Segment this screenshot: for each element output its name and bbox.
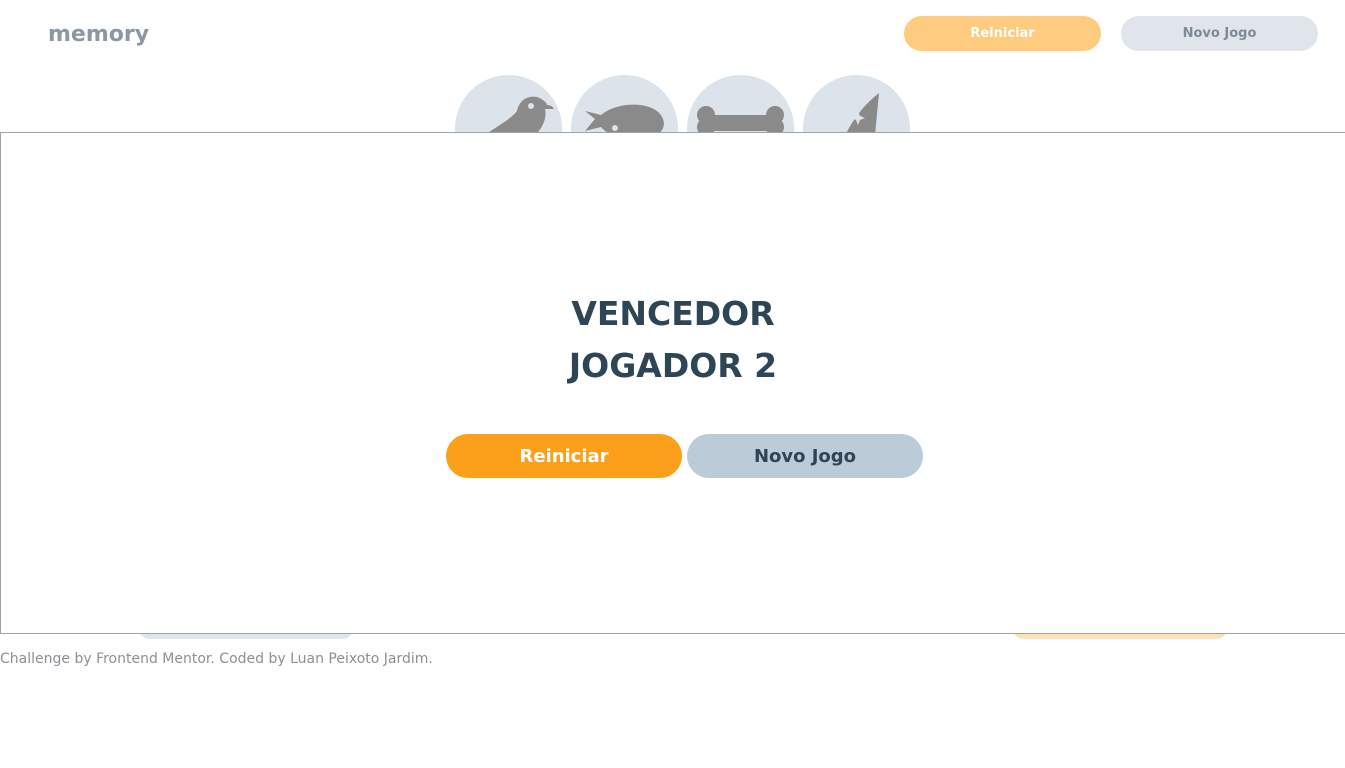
- result-heading: VENCEDOR JOGADOR 2: [1, 288, 1345, 392]
- header-restart-button[interactable]: Reiniciar: [904, 16, 1101, 51]
- footer-credit: Challenge by Frontend Mentor. Coded by L…: [0, 651, 433, 667]
- result-title: VENCEDOR: [571, 294, 775, 333]
- header-new-game-button[interactable]: Novo Jogo: [1121, 16, 1318, 51]
- modal-restart-button[interactable]: Reiniciar: [446, 434, 682, 478]
- result-winner: JOGADOR 2: [568, 346, 778, 385]
- app-logo: memory: [48, 22, 150, 47]
- game-over-modal: VENCEDOR JOGADOR 2 Reiniciar Novo Jogo: [0, 132, 1345, 634]
- modal-new-game-button[interactable]: Novo Jogo: [687, 434, 923, 478]
